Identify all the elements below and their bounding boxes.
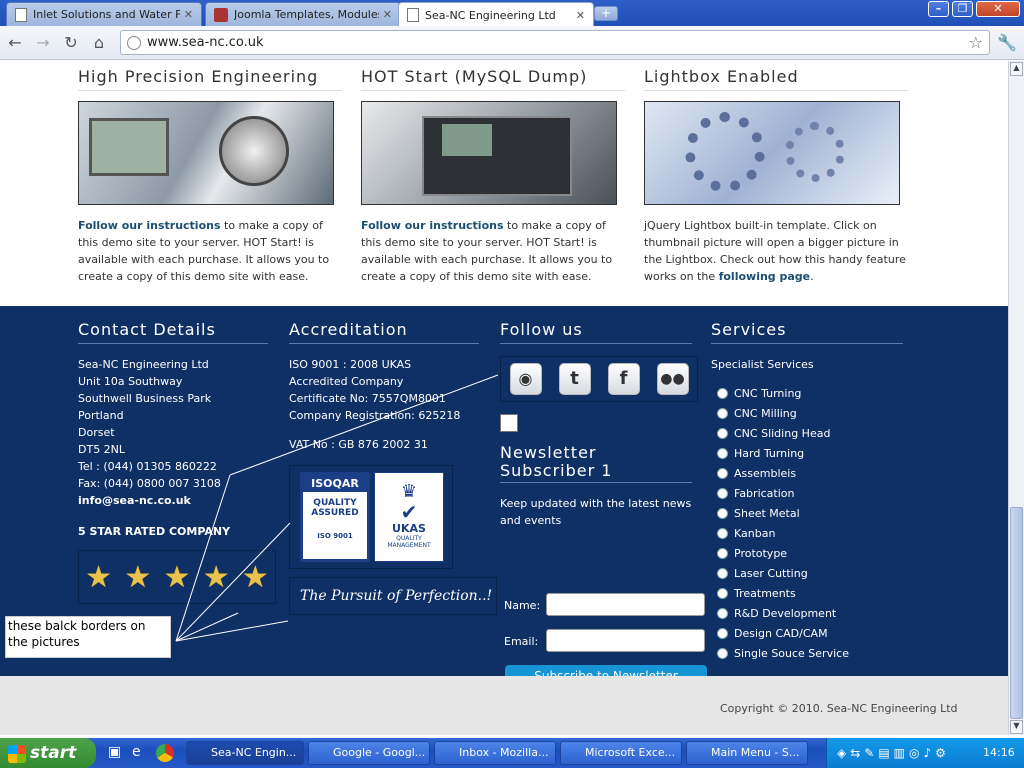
new-tab-button[interactable]: +: [594, 6, 618, 21]
back-icon[interactable]: ←: [4, 32, 26, 54]
close-tab-icon[interactable]: ✕: [576, 9, 585, 22]
annotation-line: [175, 612, 239, 642]
wrench-icon[interactable]: 🔧: [996, 32, 1018, 54]
windows-logo-icon: [8, 745, 26, 763]
chrome-icon[interactable]: [156, 744, 174, 762]
reload-icon[interactable]: ↻: [60, 32, 82, 54]
home-icon[interactable]: ⌂: [88, 32, 110, 54]
scroll-down-icon[interactable]: ▼: [1010, 720, 1023, 734]
tab-sea-nc[interactable]: Sea-NC Engineering Ltd ✕: [398, 2, 594, 27]
clock: 14:16: [983, 746, 1015, 759]
tab-title: Inlet Solutions and Water F...: [33, 8, 180, 21]
page-icon: [407, 8, 419, 22]
annotation-note: these balck borders on the pictures: [5, 616, 171, 658]
tray-icons[interactable]: ◈⇆✎▤▥◎♪⚙: [837, 746, 957, 760]
forward-icon[interactable]: →: [32, 32, 54, 54]
vertical-scrollbar[interactable]: ▲ ▼: [1008, 61, 1024, 735]
close-tab-icon[interactable]: ✕: [383, 8, 392, 21]
close-window-button[interactable]: ✕: [976, 1, 1020, 17]
annotation-line: [229, 374, 499, 476]
minimize-button[interactable]: –: [928, 1, 949, 17]
annotation-line: [175, 474, 231, 642]
close-tab-icon[interactable]: ✕: [184, 8, 193, 21]
tab-title: Joomla Templates, Modules...: [234, 8, 379, 21]
tab-joomla[interactable]: Joomla Templates, Modules... ✕: [205, 2, 401, 26]
taskbar-button-google[interactable]: Google - Googl...: [308, 741, 430, 765]
taskbar-button-excel[interactable]: Microsoft Exce...: [560, 741, 682, 765]
taskbar-button-main-menu[interactable]: Main Menu - S...: [686, 741, 808, 765]
restore-button[interactable]: ❐: [952, 1, 973, 17]
joomla-icon: [214, 7, 228, 22]
scroll-up-icon[interactable]: ▲: [1010, 62, 1023, 76]
page-icon: [15, 7, 27, 22]
address-bar[interactable]: ☆: [120, 30, 990, 55]
scroll-thumb[interactable]: [1010, 507, 1023, 719]
ie-icon[interactable]: e: [132, 744, 150, 762]
show-desktop-icon[interactable]: ▣: [108, 744, 126, 762]
url-input[interactable]: [147, 35, 969, 50]
page-viewport: High Precision Engineering HOT Start (My…: [0, 61, 1008, 735]
bookmark-star-icon[interactable]: ☆: [969, 33, 983, 52]
globe-icon: [127, 35, 141, 50]
system-tray: ◈⇆✎▤▥◎♪⚙ 14:16: [826, 738, 1024, 768]
browser-toolbar: ← → ↻ ⌂ ☆ 🔧: [0, 26, 1024, 60]
tab-inlet[interactable]: Inlet Solutions and Water F... ✕: [6, 2, 202, 26]
taskbar-button-inbox[interactable]: Inbox - Mozilla...: [434, 741, 556, 765]
tab-title: Sea-NC Engineering Ltd: [425, 8, 556, 22]
taskbar-button-sea-nc[interactable]: Sea-NC Engin...: [186, 741, 304, 765]
